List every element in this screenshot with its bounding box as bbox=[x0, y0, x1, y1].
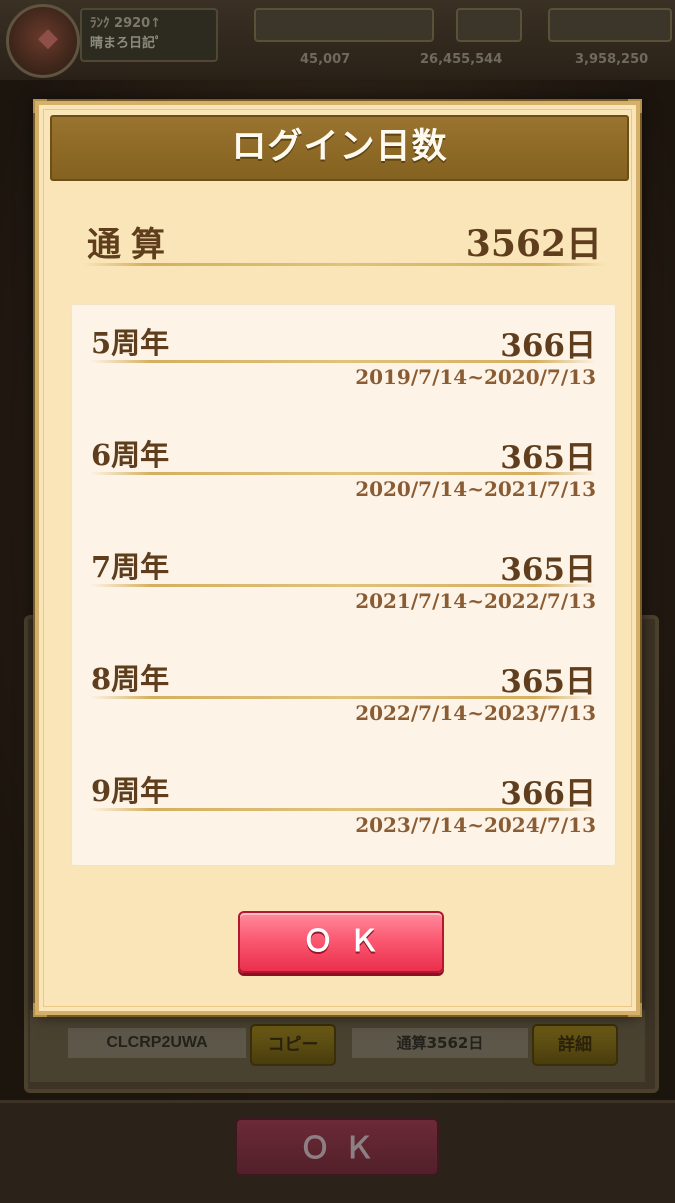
total-days-row: 通算 3562日 bbox=[87, 213, 602, 265]
list-item: 6周年 365日 2020/7/14~2021/7/13 bbox=[91, 416, 596, 516]
resource-gems: 45,007 bbox=[300, 52, 351, 67]
player-code-field: CLCRP2UWA bbox=[68, 1028, 246, 1058]
list-item: 7周年 365日 2021/7/14~2022/7/13 bbox=[91, 528, 596, 628]
anniversary-range: 2022/7/14~2023/7/13 bbox=[355, 701, 596, 725]
total-value: 3562日 bbox=[465, 223, 602, 265]
ok-button-label: ＯＫ bbox=[303, 924, 395, 959]
anniversary-days: 365日 bbox=[500, 440, 596, 476]
stamina-pill bbox=[548, 8, 672, 42]
avatar: ◆ bbox=[6, 4, 80, 78]
anniversary-days: 366日 bbox=[500, 328, 596, 364]
anniversary-days: 366日 bbox=[500, 776, 596, 812]
dialog-title: ログイン日数 bbox=[231, 127, 448, 167]
list-item: 9周年 366日 2023/7/14~2024/7/13 bbox=[91, 752, 596, 852]
corner-ornament bbox=[33, 1003, 47, 1017]
anniversary-range: 2020/7/14~2021/7/13 bbox=[355, 477, 596, 501]
entry-divider bbox=[91, 472, 596, 475]
anniversary-label: 8周年 bbox=[91, 662, 170, 696]
background-status-bar: ◆ ﾗﾝｸ 2920↑ 晴まろ日記ﾟ 45,007 26,455,544 3,9… bbox=[0, 0, 675, 80]
player-name: 晴まろ日記ﾟ bbox=[90, 36, 162, 51]
corner-ornament bbox=[33, 99, 47, 113]
resource-coins: 26,455,544 bbox=[420, 52, 503, 67]
detail-button: 詳細 bbox=[532, 1024, 618, 1066]
login-days-field: 通算3562日 bbox=[352, 1028, 528, 1058]
list-item: 8周年 365日 2022/7/14~2023/7/13 bbox=[91, 640, 596, 740]
event-banner bbox=[254, 8, 434, 42]
anniversary-list: 5周年 366日 2019/7/14~2020/7/13 6周年 365日 20… bbox=[71, 304, 616, 866]
corner-ornament bbox=[628, 1003, 642, 1017]
anniversary-range: 2023/7/14~2024/7/13 bbox=[355, 813, 596, 837]
footer-ok-button: ＯＫ bbox=[235, 1118, 439, 1176]
anniversary-label: 7周年 bbox=[91, 550, 170, 584]
entry-divider bbox=[91, 808, 596, 811]
total-divider bbox=[83, 263, 606, 266]
entry-divider bbox=[91, 696, 596, 699]
ok-button[interactable]: ＯＫ bbox=[238, 911, 444, 973]
anniversary-range: 2021/7/14~2022/7/13 bbox=[355, 589, 596, 613]
copy-button: コピー bbox=[250, 1024, 336, 1066]
menu-pill bbox=[456, 8, 522, 42]
corner-ornament bbox=[628, 99, 642, 113]
anniversary-days: 365日 bbox=[500, 552, 596, 588]
entry-divider bbox=[91, 360, 596, 363]
entry-divider bbox=[91, 584, 596, 587]
dialog-header: ログイン日数 bbox=[50, 115, 629, 181]
rank-box: ﾗﾝｸ 2920↑ 晴まろ日記ﾟ bbox=[80, 8, 218, 62]
list-item: 5周年 366日 2019/7/14~2020/7/13 bbox=[91, 304, 596, 404]
anniversary-label: 5周年 bbox=[91, 326, 170, 360]
resource-points: 3,958,250 bbox=[575, 52, 649, 67]
rank-text: ﾗﾝｸ 2920↑ bbox=[90, 16, 162, 31]
total-label: 通算 bbox=[87, 225, 175, 265]
gem-icon: ◆ bbox=[38, 23, 58, 53]
anniversary-label: 9周年 bbox=[91, 774, 170, 808]
anniversary-range: 2019/7/14~2020/7/13 bbox=[355, 365, 596, 389]
anniversary-days: 365日 bbox=[500, 664, 596, 700]
login-days-dialog: ログイン日数 通算 3562日 5周年 366日 2019/7/14~2020/… bbox=[33, 99, 642, 1017]
anniversary-label: 6周年 bbox=[91, 438, 170, 472]
